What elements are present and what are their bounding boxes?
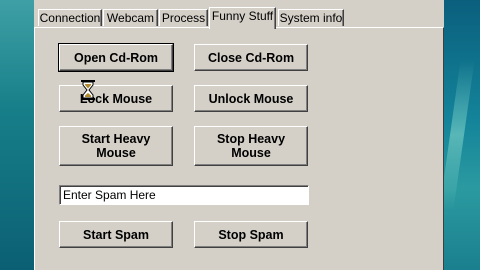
start-heavy-mouse-label-line1: Start Heavy xyxy=(81,132,151,146)
unlock-mouse-button[interactable]: Unlock Mouse xyxy=(194,85,308,112)
tab-connection[interactable]: Connection xyxy=(38,9,102,26)
tab-funny-stuff[interactable]: Funny Stuff xyxy=(209,7,276,29)
stop-heavy-mouse-label-line2: Mouse xyxy=(231,146,271,160)
stop-heavy-mouse-label-line1: Stop Heavy xyxy=(216,132,286,146)
hourglass-icon xyxy=(81,80,95,100)
start-heavy-mouse-label-line2: Mouse xyxy=(96,146,136,160)
desktop-background-right xyxy=(444,0,480,270)
tab-webcam[interactable]: Webcam xyxy=(103,9,158,26)
funny-stuff-panel: Open Cd-Rom Close Cd-Rom Lock Mouse Unlo… xyxy=(34,27,444,270)
app-window: Connection Webcam Process Funny Stuff Sy… xyxy=(34,0,444,270)
tab-system-info[interactable]: System info xyxy=(278,9,344,26)
start-spam-button[interactable]: Start Spam xyxy=(59,221,173,248)
tab-process[interactable]: Process xyxy=(159,9,208,26)
start-heavy-mouse-button[interactable]: Start Heavy Mouse xyxy=(59,126,173,166)
open-cdrom-button[interactable]: Open Cd-Rom xyxy=(58,43,174,72)
close-cdrom-button[interactable]: Close Cd-Rom xyxy=(194,44,308,71)
lock-mouse-button[interactable]: Lock Mouse xyxy=(59,85,173,112)
spam-text-input[interactable] xyxy=(59,185,309,205)
stop-heavy-mouse-button[interactable]: Stop Heavy Mouse xyxy=(194,126,308,166)
stop-spam-button[interactable]: Stop Spam xyxy=(194,221,308,248)
desktop-background-left xyxy=(0,0,34,270)
